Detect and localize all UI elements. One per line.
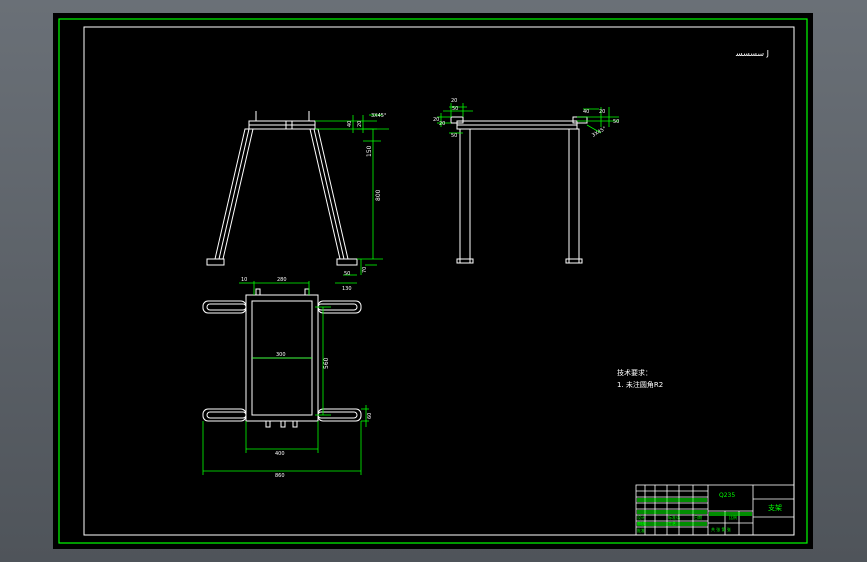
side-dim-right-b: 20 (599, 109, 605, 115)
side-right-post (568, 128, 580, 264)
top-dim-left-gap: 10 (241, 277, 247, 283)
top-dim-height: 560 (323, 357, 330, 369)
inner-frame (83, 26, 795, 536)
title-block-fills (637, 498, 752, 526)
title-date-label: 日期 (694, 514, 702, 520)
side-left-foot (456, 258, 474, 264)
title-approve-label: 批准 (637, 527, 645, 533)
dim-top-thickness: 40 (347, 121, 353, 127)
side-right-foot (565, 258, 583, 264)
dim-top-small: 20 (357, 121, 363, 127)
drawing-canvas[interactable]: ﺳﺴﺴﺴ J 40 20 3X45° 150 800 70 50 130 20 … (53, 13, 813, 549)
title-sheet-label: 共 张 第 张 (711, 526, 731, 532)
cad-drawing: ﺳﺴﺴﺴ J 40 20 3X45° 150 800 70 50 130 20 … (58, 18, 808, 544)
title-checker-label: 审核 (637, 520, 645, 526)
top-dim-right-offset: 60 (367, 413, 373, 419)
title-scale-label: 比例 (729, 514, 737, 520)
top-arm-lower-left (202, 408, 247, 422)
dim-height-upper: 150 (366, 145, 373, 157)
side-dim-right-a: 40 (583, 109, 589, 115)
top-dim-bottom-total: 860 (275, 473, 285, 479)
tech-req-item: 1. 未注圆角R2 (617, 380, 663, 389)
front-right-foot (336, 258, 358, 266)
top-note: ﺳﺴﺴﺴ J (735, 49, 769, 58)
outer-frame (58, 18, 808, 544)
dim-height-main: 800 (375, 189, 382, 201)
front-view (206, 111, 358, 266)
top-arm-upper-left (202, 300, 247, 314)
side-dim-left-side-b: 20 (439, 121, 445, 127)
top-dim-bottom-inner: 400 (275, 451, 285, 457)
top-dim-inner-width: 300 (276, 352, 286, 358)
dim-foot-width-a: 50 (344, 271, 350, 277)
title-material: Q235 (719, 492, 735, 499)
dim-foot-width-b: 130 (342, 286, 352, 292)
side-dim-right-c: 50 (613, 119, 619, 125)
side-dim-left-top-a: 20 (451, 98, 457, 104)
title-name: 支架 (768, 503, 782, 512)
side-left-post (459, 128, 471, 264)
dim-foot-height: 70 (362, 267, 368, 273)
side-dim-right-d: 3X45° (591, 126, 608, 139)
title-standard-label: 标准化 (668, 514, 680, 520)
dim-angle: 3X45° (371, 113, 387, 119)
side-view (450, 116, 588, 264)
top-dim-top-width: 280 (277, 277, 287, 283)
front-left-foot (206, 258, 225, 266)
side-dim-left-top-b: 50 (452, 106, 458, 112)
tech-req-title: 技术要求： (617, 368, 652, 377)
title-designer-label: 设计 (637, 514, 645, 520)
title-process-label: 工艺 (668, 521, 676, 526)
side-dim-left-side-c: 50 (451, 133, 457, 139)
